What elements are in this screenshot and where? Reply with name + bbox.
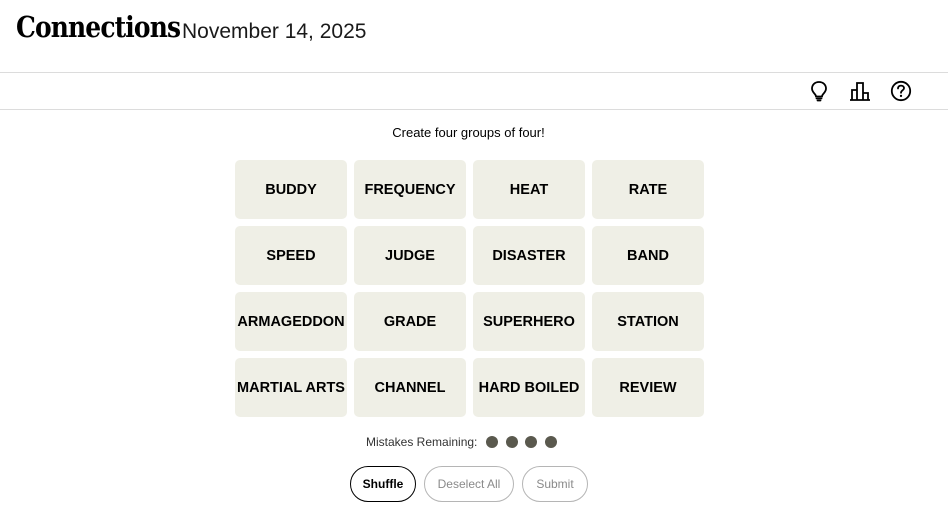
shuffle-button[interactable]: Shuffle [350, 466, 416, 502]
word-tile[interactable]: RATE [592, 160, 704, 219]
puzzle-date: November 14, 2025 [182, 20, 367, 43]
word-tile[interactable]: GRADE [354, 292, 466, 351]
game-prompt: Create four groups of four! [392, 125, 545, 140]
word-tile[interactable]: JUDGE [354, 226, 466, 285]
mistakes-dots [486, 436, 564, 448]
word-tile[interactable]: FREQUENCY [354, 160, 466, 219]
action-buttons: Shuffle Deselect All Submit [350, 466, 596, 502]
mistake-dot [486, 436, 499, 448]
word-tile[interactable]: ARMAGEDDON [235, 292, 347, 351]
submit-button[interactable]: Submit [522, 466, 588, 502]
mistakes-label: Mistakes Remaining: [366, 435, 478, 449]
toolbar [0, 73, 948, 110]
word-tile[interactable]: BAND [592, 226, 704, 285]
mistake-dot [544, 436, 557, 448]
word-tile[interactable]: DISASTER [473, 226, 585, 285]
mistakes-indicator: Mistakes Remaining: [366, 434, 564, 450]
word-tile[interactable]: SUPERHERO [473, 292, 585, 351]
header: Connections November 14, 2025 [0, 0, 948, 73]
lightbulb-icon[interactable] [808, 80, 830, 102]
mistake-dot [525, 436, 538, 448]
leaderboard-icon[interactable] [849, 80, 871, 102]
word-tile[interactable]: HEAT [473, 160, 585, 219]
word-tile[interactable]: CHANNEL [354, 358, 466, 417]
help-icon[interactable] [890, 80, 912, 102]
word-tile[interactable]: BUDDY [235, 160, 347, 219]
word-tile[interactable]: REVIEW [592, 358, 704, 417]
word-grid: BUDDY FREQUENCY HEAT RATE SPEED JUDGE DISASTER… [235, 160, 704, 417]
word-tile[interactable]: SPEED [235, 226, 347, 285]
word-tile[interactable]: HARD BOILED [473, 358, 585, 417]
word-tile[interactable]: MARTIAL ARTS [235, 358, 347, 417]
word-tile[interactable]: STATION [592, 292, 704, 351]
deselect-all-button[interactable]: Deselect All [424, 466, 514, 502]
app-title: Connections [16, 10, 181, 44]
mistake-dot [505, 436, 518, 448]
